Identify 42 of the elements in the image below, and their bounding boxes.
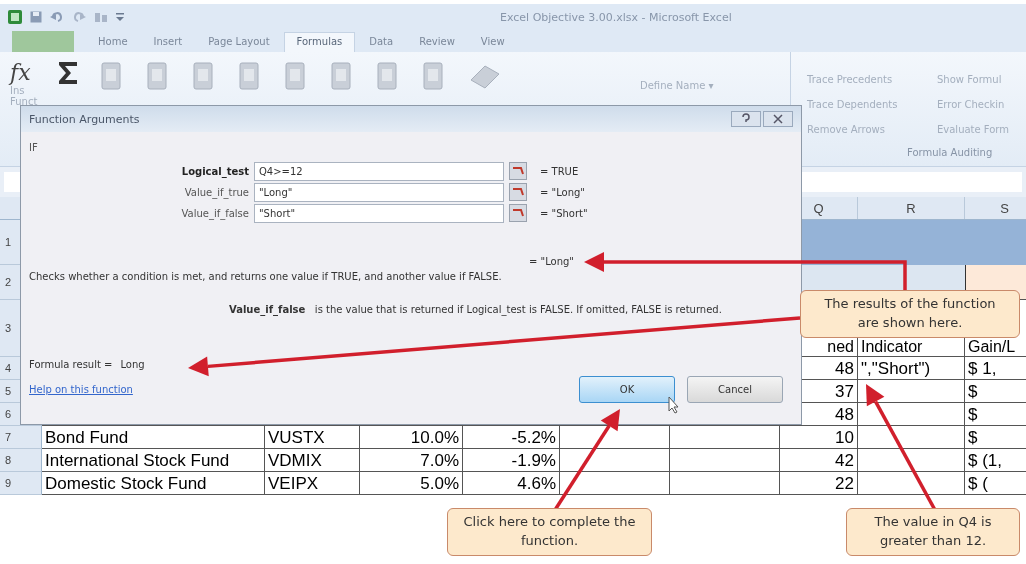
function-description: Checks whether a condition is met, and returns one value if TRUE, and another value if FALSE. bbox=[29, 271, 503, 282]
argument-label: Value_if_false bbox=[180, 207, 249, 219]
table-cell: VUSTX bbox=[265, 426, 360, 449]
window-title: Excel Objective 3.00.xlsx - Microsoft Excel bbox=[500, 10, 732, 24]
table-cell: Domestic Stock Fund bbox=[42, 472, 265, 495]
table-cell: $ bbox=[965, 426, 1026, 449]
callout-box: Click here to complete the function. bbox=[447, 508, 652, 556]
argument-label: Value_if_true bbox=[183, 186, 249, 198]
table-cell: International Stock Fund bbox=[42, 449, 265, 472]
ribbon-label: Funct bbox=[10, 96, 38, 107]
formula-result: Long bbox=[120, 359, 145, 370]
table-cell: -1.9% bbox=[463, 449, 560, 472]
table-cell: VEIPX bbox=[265, 472, 360, 495]
argument-help: Value_if_false is the value that is returned if Logical_test is FALSE. If omitted, FALSE is returned. bbox=[229, 304, 722, 315]
table-cell: Bond Fund bbox=[42, 426, 265, 449]
table-cell: VDMIX bbox=[265, 449, 360, 472]
callout-box: The value in Q4 is greater than 12. bbox=[846, 508, 1020, 556]
table-cell: $ bbox=[965, 380, 1026, 403]
ribbon-label: Ins bbox=[10, 85, 26, 96]
group-label: Formula Auditing bbox=[906, 147, 994, 158]
argument-result: = "Long" bbox=[540, 186, 585, 198]
table-cell: 5.0% bbox=[360, 472, 463, 495]
table-cell: 10.0% bbox=[360, 426, 463, 449]
table-cell: 22 bbox=[780, 472, 858, 495]
function-name: IF bbox=[29, 142, 39, 153]
table-cell: $ ( bbox=[965, 472, 1026, 495]
argument-result: = "Short" bbox=[540, 207, 588, 219]
argument-result: = TRUE bbox=[540, 165, 579, 177]
table-cell: $ bbox=[965, 403, 1026, 426]
table-cell: $ (1, bbox=[965, 449, 1026, 472]
table-cell: 10 bbox=[780, 426, 858, 449]
table-cell: $ 1, bbox=[965, 357, 1026, 380]
table-cell: 42 bbox=[780, 449, 858, 472]
overall-result: = "Long" bbox=[529, 256, 574, 267]
table-cell: 7.0% bbox=[360, 449, 463, 472]
formula-result-label: Formula result = bbox=[29, 359, 113, 370]
table-cell: ","Short") bbox=[858, 357, 965, 380]
table-cell: 4.6% bbox=[463, 472, 560, 495]
argument-label: Logical_test bbox=[180, 165, 249, 177]
table-cell: -5.2% bbox=[463, 426, 560, 449]
dialog-title: Function Arguments bbox=[29, 112, 140, 126]
callout-box: The results of the function are shown here. bbox=[800, 290, 1020, 338]
